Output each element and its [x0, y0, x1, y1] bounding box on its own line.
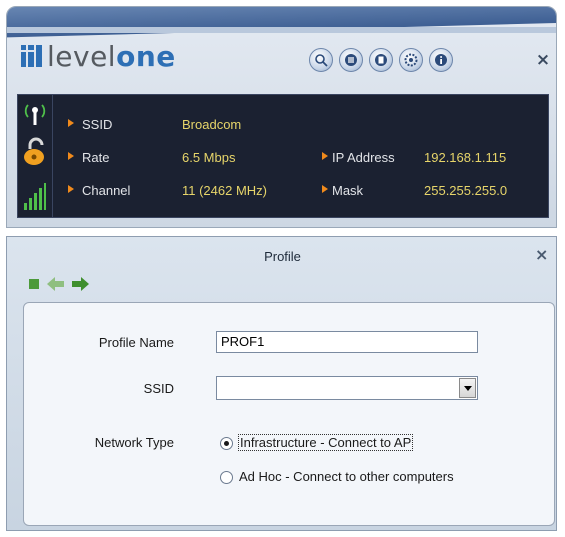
ssid-select[interactable]	[216, 376, 478, 400]
mask-value: 255.255.255.0	[424, 183, 508, 198]
page-button[interactable]	[369, 48, 393, 72]
bullet-icon	[68, 185, 74, 193]
page-icon	[375, 54, 387, 66]
title-bar-stripe	[7, 7, 556, 39]
bullet-icon	[322, 185, 328, 193]
mask-label: Mask	[332, 183, 364, 198]
ssid-label: SSID	[143, 381, 174, 396]
profile-window: Profile × Profile Name PROF1 SSID Networ…	[6, 236, 557, 531]
ssid-label: SSID	[82, 117, 113, 132]
signal-strength-icon	[24, 183, 46, 210]
infrastructure-radio[interactable]	[220, 437, 233, 450]
channel-value: 11 (2462 MHz)	[182, 183, 268, 198]
connection-status-panel: SSID Broadcom Rate 6.5 Mbps IP Address 1…	[17, 94, 549, 218]
title-bar-highlight	[7, 27, 556, 33]
levelone-logo: levelone	[21, 39, 176, 73]
bullet-icon	[322, 152, 328, 160]
list-icon	[345, 54, 357, 66]
close-icon[interactable]: ×	[534, 51, 552, 69]
logo-mark-icon	[21, 45, 43, 67]
info-button[interactable]	[429, 48, 453, 72]
info-icon	[435, 54, 447, 66]
status-icon-column	[18, 95, 53, 217]
channel-label: Channel	[82, 183, 131, 198]
rate-value: 6.5 Mbps	[182, 150, 236, 165]
unlock-icon	[24, 137, 44, 165]
ad-hoc-radio-label[interactable]: Ad Hoc - Connect to other computers	[239, 469, 454, 484]
forward-arrow-icon[interactable]	[71, 277, 89, 291]
main-window: levelone × SSID Broadcom Rate 6.5 Mbps I…	[6, 6, 557, 228]
chevron-down-icon[interactable]	[459, 378, 476, 398]
ip-address-label: IP Address	[332, 150, 395, 165]
list-button[interactable]	[339, 48, 363, 72]
rate-label: Rate	[82, 150, 110, 165]
profile-form: Profile Name PROF1 SSID Network Type Inf…	[23, 302, 555, 526]
bullet-icon	[68, 119, 74, 127]
infrastructure-radio-label[interactable]: Infrastructure - Connect to AP	[238, 434, 414, 451]
profile-title: Profile	[264, 249, 301, 264]
logo-text-one: one	[116, 39, 176, 73]
close-icon[interactable]: ×	[535, 245, 548, 264]
ip-address-value: 192.168.1.115	[424, 150, 507, 165]
ad-hoc-radio[interactable]	[220, 471, 233, 484]
stop-icon[interactable]	[29, 279, 39, 289]
back-arrow-icon[interactable]	[47, 277, 65, 291]
network-type-label: Network Type	[94, 435, 174, 450]
settings-button[interactable]	[399, 48, 423, 72]
search-icon	[315, 54, 328, 67]
search-button[interactable]	[309, 48, 333, 72]
bullet-icon	[68, 152, 74, 160]
antenna-icon	[24, 104, 46, 125]
profile-name-label: Profile Name	[98, 335, 174, 350]
ssid-value: Broadcom	[182, 117, 242, 132]
gear-icon	[404, 53, 418, 67]
profile-name-input[interactable]: PROF1	[216, 331, 478, 353]
logo-text-level: level	[47, 39, 117, 73]
